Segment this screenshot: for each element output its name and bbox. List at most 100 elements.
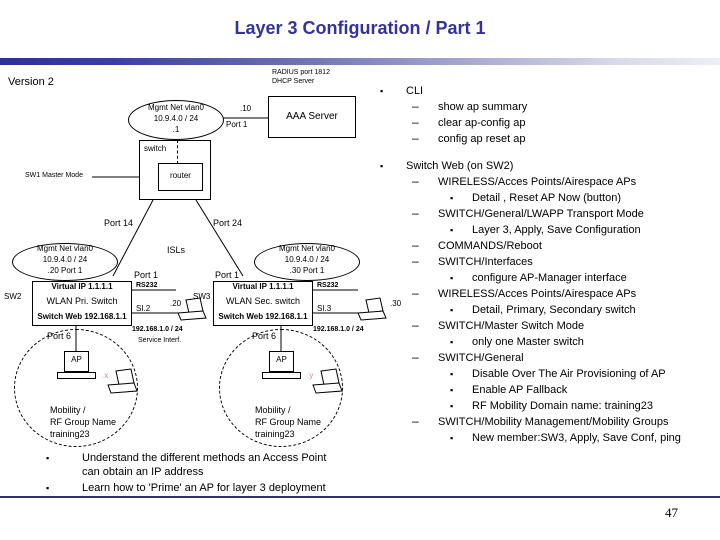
- bullet-marker-square-icon: ▪: [46, 453, 50, 463]
- cli-item-label: clear ap-config ap: [438, 117, 526, 129]
- bullet-marker-dash-icon: –: [412, 254, 419, 268]
- port14-label: Port 14: [104, 218, 134, 228]
- sw3-group-line3: training23: [255, 429, 295, 439]
- bullet-web-heading: ▪ Switch Web (on SW2): [376, 159, 720, 174]
- aaa-port-label: Port 1: [226, 120, 248, 129]
- sw3-mgmt-line1: Mgmt Net vlan0: [278, 244, 336, 253]
- page-number: 47: [665, 505, 678, 520]
- bullet-cli-item: – config ap reset ap: [376, 131, 720, 147]
- web-subitem-label: Detail , Reset AP Now (button): [472, 192, 621, 204]
- sw2-mgmt-line2: 10.9.4.0 / 24: [42, 255, 88, 264]
- bullet-marker-square-icon: ▪: [450, 193, 454, 203]
- sw2-si-label: SI.2: [136, 304, 151, 313]
- objective-label: Learn how to 'Prime' an AP for layer 3 d…: [82, 482, 326, 494]
- bullet-marker-dash-icon: –: [412, 206, 419, 220]
- aaa-note-line1: RADIUS port 1812: [272, 69, 330, 76]
- web-subitem-label: Disable Over The Air Provisioning of AP: [472, 368, 666, 380]
- sw3-mgmt-line2: 10.9.4.0 / 24: [284, 255, 330, 264]
- bullet-web-item: – SWITCH/Mobility Management/Mobility Gr…: [376, 414, 720, 430]
- sw3-subnet-label: 192.168.1.0 / 24: [313, 326, 364, 333]
- web-subitem-label: configure AP-Manager interface: [472, 272, 627, 284]
- objective-item: ▪ Understand the different methods an Ac…: [42, 451, 372, 479]
- version-label: Version 2: [8, 76, 54, 88]
- sw2-ap-base: [57, 372, 96, 379]
- web-item-label: SWITCH/Interfaces: [438, 256, 533, 268]
- mgmt-net-top-line1: Mgmt Net vlan0: [147, 103, 205, 112]
- bullet-web-item: – SWITCH/Master Switch Mode: [376, 318, 720, 334]
- web-subitem-label: New member:SW3, Apply, Save Conf, ping: [472, 432, 681, 444]
- master-mode-label: SW1 Master Mode: [25, 172, 83, 179]
- sw3-group-line2: RF Group Name: [255, 417, 322, 427]
- bullet-marker-dash-icon: –: [412, 115, 419, 129]
- sw2-service-label: Service Interf.: [138, 337, 182, 344]
- sw3-device-label: SW3: [193, 292, 211, 301]
- sw3-si-label: SI.3: [317, 304, 332, 313]
- sw3-port1-label: Port 1: [215, 270, 240, 280]
- bullet-web-item: – COMMANDS/Reboot: [376, 238, 720, 254]
- bullet-web-subitem: ▪ Enable AP Fallback: [376, 383, 720, 398]
- router-box-label: router: [170, 171, 191, 180]
- sw2-group-line1: Mobility /: [50, 405, 86, 415]
- sw2-group-line3: training23: [50, 429, 90, 439]
- sw3-mgmt-line3: .30 Port 1: [289, 266, 325, 275]
- web-item-label: SWITCH/General: [438, 352, 524, 364]
- bullet-marker-dash-icon: –: [412, 286, 419, 300]
- bullet-web-subitem: ▪ Disable Over The Air Provisioning of A…: [376, 367, 720, 382]
- mgmt-net-top-line2: 10.9.4.0 / 24: [153, 114, 199, 123]
- sw3-rs232-label: RS232: [317, 282, 339, 289]
- bullet-cli-item: – show ap summary: [376, 99, 720, 115]
- bullet-marker-square-icon: ▪: [450, 433, 454, 443]
- cli-heading-label: CLI: [406, 85, 424, 97]
- sw2-group-line2: RF Group Name: [50, 417, 117, 427]
- objective-label: Understand the different methods an Acce…: [82, 452, 327, 478]
- sw3-ap-base: [262, 372, 301, 379]
- bullet-marker-square-icon: ▪: [450, 305, 454, 315]
- sw2-si-ip-label: .20: [170, 299, 182, 308]
- bullet-marker-dash-icon: –: [412, 131, 419, 145]
- bullet-web-subitem: ▪ Detail , Reset AP Now (button): [376, 191, 720, 206]
- web-item-label: SWITCH/General/LWAPP Transport Mode: [438, 208, 644, 220]
- bullet-marker-dash-icon: –: [412, 174, 419, 188]
- sw2-mgmt-line3: .20 Port 1: [47, 266, 83, 275]
- sw3-port6-label: Port 6: [252, 331, 277, 341]
- bullet-web-subitem: ▪ only one Master switch: [376, 335, 720, 350]
- bullet-web-subitem: ▪ configure AP-Manager interface: [376, 271, 720, 286]
- web-item-label: SWITCH/Mobility Management/Mobility Grou…: [438, 416, 669, 428]
- aaa-ip-label: .10: [240, 104, 252, 113]
- sw2-port1-label: Port 1: [134, 270, 159, 280]
- sw3-box-line3: Switch Web 192.168.1.1: [218, 312, 308, 321]
- title-divider: [0, 58, 720, 65]
- bullet-cli-heading: ▪ CLI: [376, 84, 720, 99]
- bullet-web-item: – SWITCH/General: [376, 350, 720, 366]
- bullet-marker-dash-icon: –: [412, 238, 419, 252]
- web-item-label: COMMANDS/Reboot: [438, 240, 542, 252]
- bullet-web-subitem: ▪ RF Mobility Domain name: training23: [376, 399, 720, 414]
- sw3-client-label: .y: [307, 371, 314, 380]
- bullet-web-subitem: ▪ Layer 3, Apply, Save Configuration: [376, 223, 720, 238]
- cli-item-label: show ap summary: [438, 101, 528, 113]
- mgmt-net-top-line3: .1: [172, 125, 180, 134]
- sw3-box-line1: Virtual IP 1.1.1.1: [232, 282, 294, 291]
- sw2-mgmt-line1: Mgmt Net vlan0: [36, 244, 94, 253]
- web-heading-label: Switch Web (on SW2): [406, 160, 514, 172]
- footer-divider: [0, 496, 720, 498]
- sw2-client-label: .x: [102, 371, 109, 380]
- router-uplink-dashed: [177, 140, 178, 164]
- bullet-web-item: – WIRELESS/Acces Points/Airespace APs: [376, 286, 720, 302]
- sw3-box-line2: WLAN Sec. switch: [225, 296, 301, 306]
- sw2-box-line3: Switch Web 192.168.1.1: [37, 312, 127, 321]
- web-subitem-label: Layer 3, Apply, Save Configuration: [472, 224, 641, 236]
- bullet-marker-dash-icon: –: [412, 414, 419, 428]
- web-item-label: WIRELESS/Acces Points/Airespace APs: [438, 176, 637, 188]
- bullet-web-subitem: ▪ New member:SW3, Apply, Save Conf, ping: [376, 431, 720, 446]
- sw2-device-label: SW2: [4, 292, 22, 301]
- bullet-marker-dash-icon: –: [412, 318, 419, 332]
- bullet-cli-item: – clear ap-config ap: [376, 115, 720, 131]
- aaa-note-line2: DHCP Server: [272, 78, 315, 85]
- web-item-label: WIRELESS/Acces Points/Airespace APs: [438, 288, 637, 300]
- web-item-label: SWITCH/Master Switch Mode: [438, 320, 585, 332]
- slide-canvas: Layer 3 Configuration / Part 1 Version 2: [0, 0, 720, 540]
- bullet-marker-square-icon: ▪: [450, 385, 454, 395]
- bullet-marker-square-icon: ▪: [450, 369, 454, 379]
